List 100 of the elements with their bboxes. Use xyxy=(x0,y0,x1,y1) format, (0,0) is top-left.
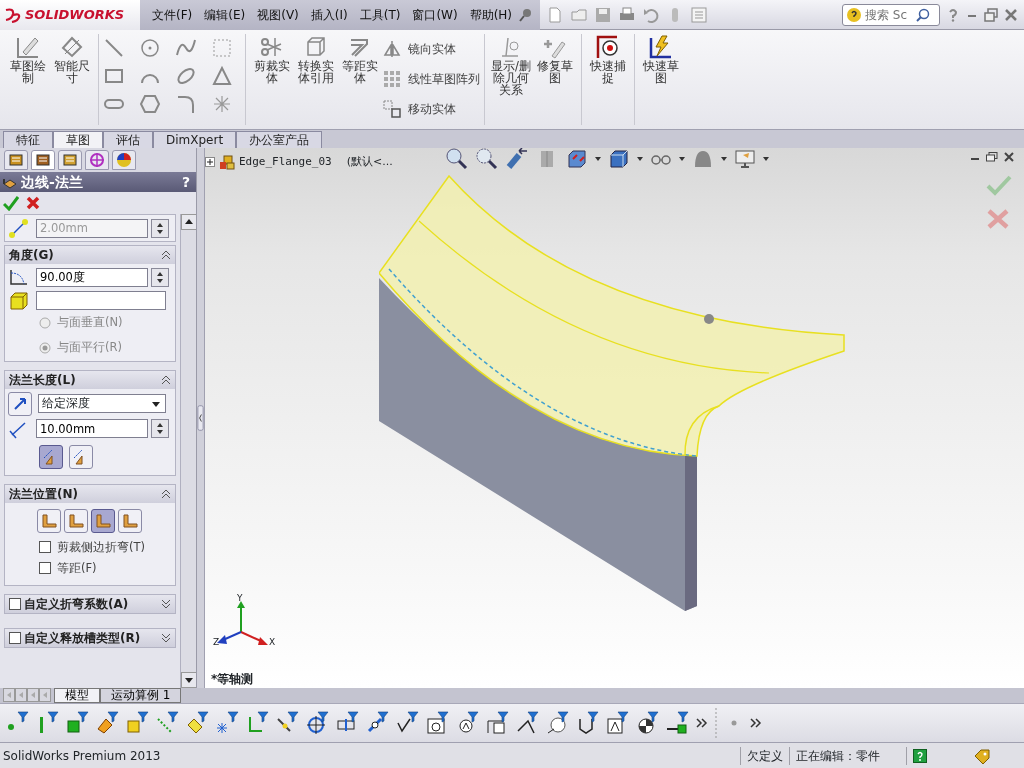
ribbon-button[interactable]: 等距实体 xyxy=(338,34,382,84)
ribbon-button[interactable]: 镜向实体 xyxy=(382,34,480,64)
close-icon[interactable] xyxy=(1004,7,1018,22)
tab[interactable]: 评估 xyxy=(103,131,153,148)
menu-item[interactable]: 帮助(H) xyxy=(463,5,519,24)
more-chevron-icon[interactable] xyxy=(750,717,762,729)
more-chevron-icon[interactable] xyxy=(696,717,708,729)
feature-tree-icon[interactable] xyxy=(8,152,24,168)
radio-button[interactable] xyxy=(39,316,51,329)
zoom-area-icon[interactable] xyxy=(475,148,499,171)
spin-button-icon[interactable] xyxy=(151,419,169,438)
help-icon[interactable] xyxy=(913,749,927,763)
ribbon-button[interactable]: 显示/删除几何关系 xyxy=(489,34,533,96)
ribbon-button[interactable]: 智能尺寸 xyxy=(50,34,94,84)
color-ball-icon[interactable] xyxy=(116,152,132,168)
dropdown-arrow-icon[interactable] xyxy=(679,156,685,162)
scroll-up-icon[interactable] xyxy=(181,214,196,230)
ok-check-icon[interactable] xyxy=(986,174,1012,196)
ribbon-button[interactable]: 快速草图 xyxy=(639,34,683,84)
selection-filter-icon[interactable] xyxy=(606,711,630,735)
cancel-cross-icon[interactable] xyxy=(25,195,41,211)
selection-filter-icon[interactable] xyxy=(666,711,690,735)
menu-item[interactable]: 视图(V) xyxy=(251,5,305,24)
tab[interactable]: 特征 xyxy=(3,131,53,148)
tab[interactable]: 模型 xyxy=(54,688,100,703)
radio-button[interactable] xyxy=(39,341,51,354)
tab[interactable]: 草图 xyxy=(53,131,103,148)
tree-item[interactable]: Edge_Flange_03 xyxy=(239,154,332,171)
ribbon-button[interactable]: 草图绘制 xyxy=(6,34,50,84)
end-condition-dropdown[interactable]: 给定深度 xyxy=(38,394,166,413)
tab[interactable]: 办公室产品 xyxy=(236,131,323,148)
selection-filter-icon[interactable] xyxy=(516,711,540,735)
menu-item[interactable]: 窗口(W) xyxy=(406,5,464,24)
checkbox[interactable] xyxy=(39,541,51,554)
tab[interactable]: 运动算例 1 xyxy=(100,688,182,703)
close-icon[interactable] xyxy=(1004,152,1014,162)
polygon-icon[interactable] xyxy=(139,93,161,115)
view-orientation-icon[interactable] xyxy=(565,148,589,171)
selection-filter-icon[interactable] xyxy=(576,711,600,735)
face-selection-field[interactable] xyxy=(36,290,166,310)
menu-item[interactable]: 工具(T) xyxy=(353,5,407,24)
spin-button-icon[interactable] xyxy=(151,267,169,287)
value-field[interactable]: 90.00度 xyxy=(36,267,148,287)
splitter-handle-icon[interactable] xyxy=(197,403,204,433)
previous-view-icon[interactable] xyxy=(505,148,529,171)
selection-filter-icon[interactable] xyxy=(546,711,570,735)
selection-filter-icon[interactable] xyxy=(486,711,510,735)
section-header[interactable]: 角度(G) xyxy=(5,246,175,264)
ribbon-button[interactable]: 剪裁实体 xyxy=(250,34,294,84)
ribbon-button[interactable]: 快速捕捉 xyxy=(586,34,630,84)
section-header[interactable]: 法兰长度(L) xyxy=(5,370,175,389)
crosshair-icon[interactable] xyxy=(89,152,105,168)
value-field[interactable]: 10.00mm xyxy=(36,419,148,438)
ribbon-button[interactable]: 转换实体引用 xyxy=(294,34,338,84)
display-style-icon[interactable] xyxy=(607,148,631,171)
property-sheet-icon[interactable] xyxy=(35,152,51,168)
checkbox[interactable] xyxy=(39,562,51,575)
selection-filter-icon[interactable] xyxy=(96,711,120,735)
search-input[interactable]: 搜索 Sc xyxy=(865,5,913,24)
selection-filter-icon[interactable] xyxy=(306,711,330,735)
ellipse-icon[interactable] xyxy=(175,65,197,87)
zoom-fit-icon[interactable] xyxy=(445,148,469,171)
dropdown-arrow-icon[interactable] xyxy=(721,156,727,162)
menu-item[interactable]: 插入(I) xyxy=(304,5,354,24)
dropdown-arrow-icon[interactable] xyxy=(763,156,769,162)
selection-filter-icon[interactable] xyxy=(426,711,450,735)
ribbon-button[interactable]: 移动实体 xyxy=(382,94,480,124)
selection-filter-icon[interactable] xyxy=(636,711,660,735)
spin-button-icon[interactable] xyxy=(151,218,169,238)
selection-filter-icon[interactable] xyxy=(396,711,420,735)
dropdown-arrow-icon[interactable] xyxy=(637,156,643,162)
help-button[interactable]: ? xyxy=(181,171,190,193)
ribbon-button[interactable]: 修复草图 xyxy=(533,34,577,84)
fillet-icon[interactable] xyxy=(175,93,197,115)
configuration-icon[interactable] xyxy=(62,152,78,168)
restore-icon[interactable] xyxy=(986,152,998,162)
ribbon-button[interactable]: 线性草图阵列 xyxy=(382,64,480,94)
checkbox[interactable] xyxy=(9,598,21,610)
flange-position-icon[interactable] xyxy=(67,511,85,530)
help-menu-icon[interactable] xyxy=(946,7,960,22)
checkbox-option[interactable]: 剪裁侧边折弯(T) xyxy=(5,532,175,558)
selection-filter-icon[interactable] xyxy=(366,711,390,735)
menu-item[interactable]: 编辑(E) xyxy=(198,5,252,24)
circle-icon[interactable] xyxy=(139,37,161,59)
dropdown-arrow-icon[interactable] xyxy=(595,156,601,162)
expand-plus-icon[interactable] xyxy=(205,157,215,168)
checkbox[interactable] xyxy=(9,632,21,644)
tab[interactable]: DimXpert xyxy=(153,131,237,148)
menu-item[interactable]: 文件(F) xyxy=(146,5,199,24)
flange-position-icon[interactable] xyxy=(40,511,58,530)
line-icon[interactable] xyxy=(103,37,125,59)
scroll-down-icon[interactable] xyxy=(181,672,196,688)
flange-position-icon[interactable] xyxy=(121,511,139,530)
direction-arrow-icon[interactable] xyxy=(12,395,28,412)
search-box[interactable]: 搜索 Sc xyxy=(842,3,940,26)
tag-icon[interactable] xyxy=(973,747,991,764)
selection-filter-icon[interactable] xyxy=(456,711,480,735)
scene-monitor-icon[interactable] xyxy=(733,148,757,171)
ok-check-icon[interactable] xyxy=(3,195,19,211)
section-header[interactable]: 法兰位置(N) xyxy=(5,484,175,503)
